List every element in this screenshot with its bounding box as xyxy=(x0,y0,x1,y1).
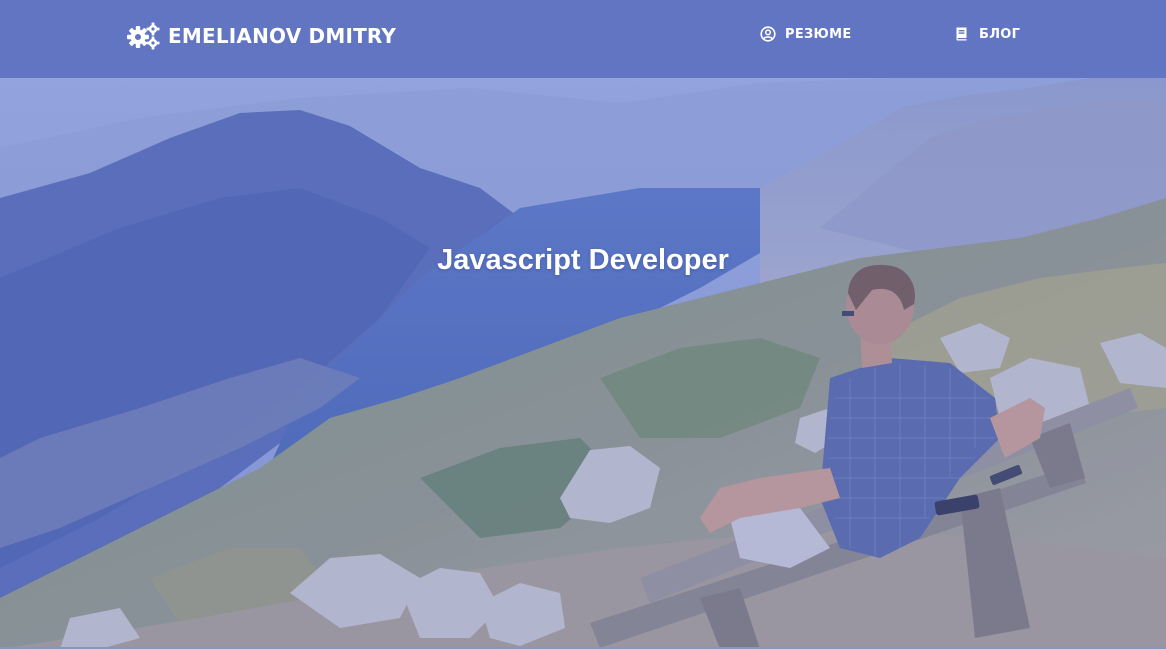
gears-icon xyxy=(127,22,161,50)
brand-link[interactable]: EMELIANOV DMITRY xyxy=(127,22,396,50)
brand-name: EMELIANOV DMITRY xyxy=(168,24,397,48)
book-icon xyxy=(954,26,970,42)
navbar: EMELIANOV DMITRY РЕЗЮМЕ БЛОГ xyxy=(0,0,1166,78)
page: EMELIANOV DMITRY РЕЗЮМЕ БЛОГ Javascript … xyxy=(0,0,1166,649)
nav-item-resume-label: РЕЗЮМЕ xyxy=(785,26,852,42)
nav-item-blog-label: БЛОГ xyxy=(979,26,1021,42)
user-circle-icon xyxy=(760,26,776,42)
nav-item-blog[interactable]: БЛОГ xyxy=(954,26,1020,42)
hero-title: Javascript Developer xyxy=(437,244,729,276)
hero-section: Javascript Developer xyxy=(0,78,1166,649)
hero-overlay xyxy=(0,78,1166,649)
nav-item-resume[interactable]: РЕЗЮМЕ xyxy=(760,26,852,42)
